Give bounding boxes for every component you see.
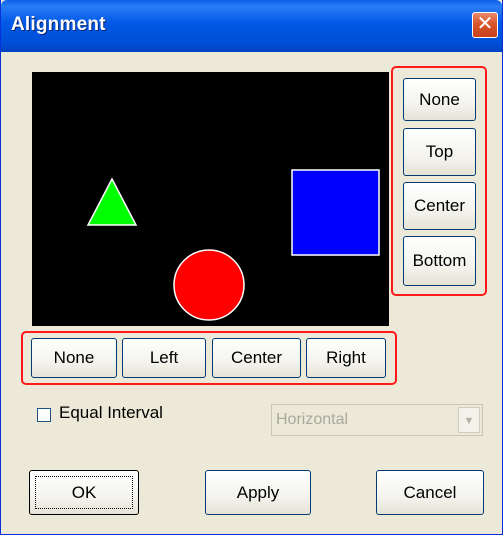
focus-ring [35, 476, 133, 509]
chevron-down-icon[interactable]: ▼ [458, 407, 480, 433]
horizontal-none-button[interactable]: None [31, 338, 117, 378]
vertical-none-button[interactable]: None [403, 78, 476, 121]
vertical-center-button[interactable]: Center [403, 182, 476, 230]
horizontal-right-button[interactable]: Right [306, 338, 386, 378]
ok-button[interactable]: OK [29, 470, 139, 515]
equal-interval-label[interactable]: Equal Interval [59, 403, 163, 423]
title-bar: Alignment ✕ [1, 0, 502, 52]
preview-svg [86, 169, 380, 321]
horizontal-center-button[interactable]: Center [212, 338, 301, 378]
cancel-button[interactable]: Cancel [376, 470, 484, 515]
green-triangle-shape [86, 177, 138, 226]
horizontal-left-button[interactable]: Left [122, 338, 206, 378]
direction-select[interactable]: Horizontal ▼ [271, 404, 483, 436]
dialog-title: Alignment [11, 14, 106, 35]
red-circle-shape [173, 249, 245, 321]
close-button[interactable]: ✕ [472, 12, 498, 38]
blue-square-shape [291, 169, 380, 256]
direction-select-value: Horizontal [276, 411, 349, 428]
vertical-bottom-button[interactable]: Bottom [403, 236, 476, 286]
close-icon: ✕ [476, 13, 494, 35]
preview-canvas [32, 72, 389, 326]
alignment-dialog: Alignment ✕ None Top Center Bottom None … [0, 0, 503, 535]
vertical-top-button[interactable]: Top [403, 128, 476, 176]
apply-button[interactable]: Apply [205, 470, 311, 515]
equal-interval-checkbox[interactable] [37, 408, 51, 422]
